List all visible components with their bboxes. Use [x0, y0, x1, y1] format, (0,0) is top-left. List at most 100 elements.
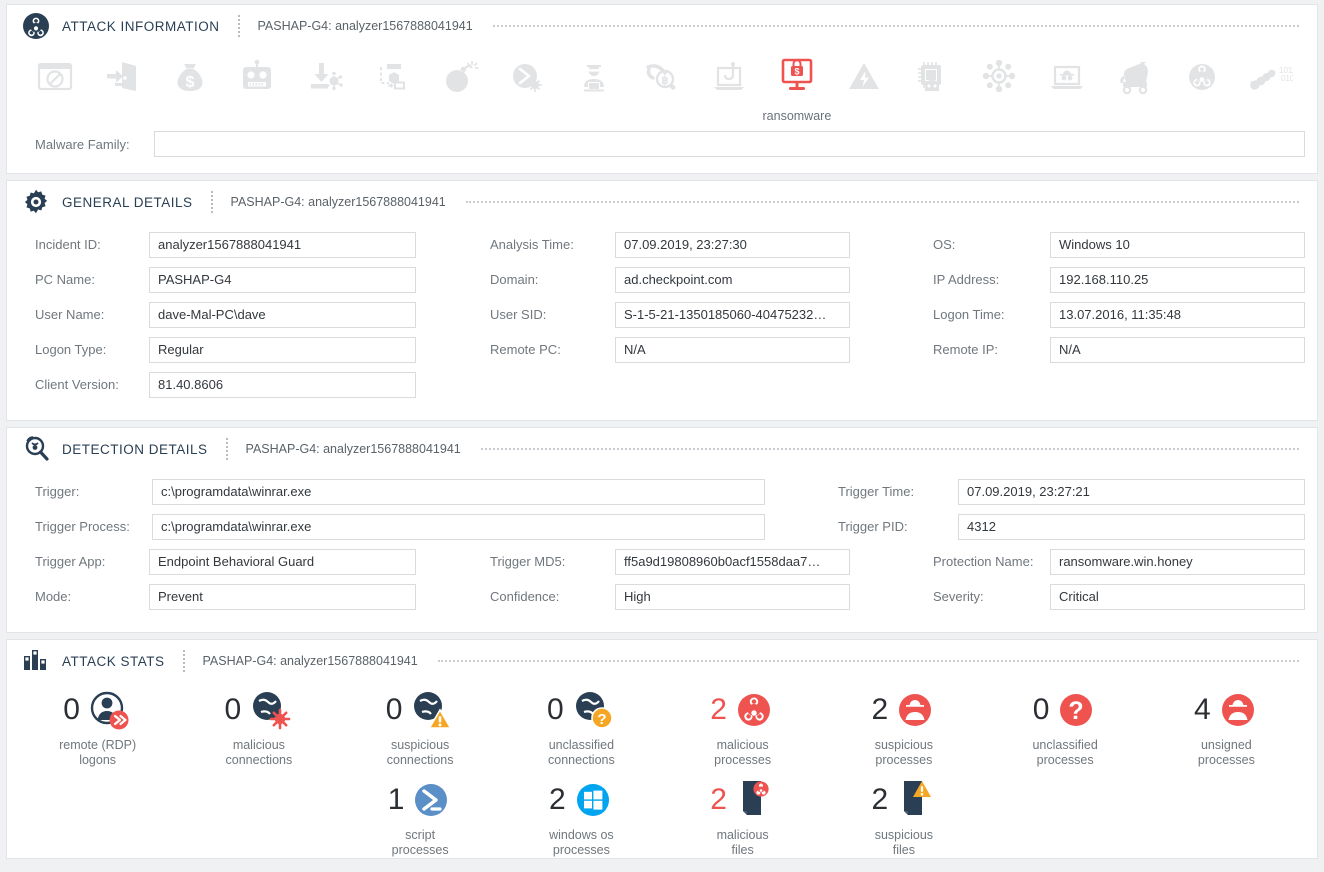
- stat-top: 2: [710, 774, 775, 826]
- attack-type-trojan-horse[interactable]: [1101, 51, 1168, 109]
- detection-details-bottom-grid: Trigger App: Endpoint Behavioral Guard M…: [7, 544, 1317, 632]
- field-label: Severity:: [933, 589, 984, 604]
- field-value[interactable]: PASHAP-G4: [149, 266, 416, 293]
- attack-type-drive-by-download[interactable]: [291, 51, 358, 109]
- stat-malicious-processes[interactable]: 2 malicious processes: [662, 684, 823, 768]
- field-value[interactable]: 4312: [958, 513, 1305, 540]
- field-value[interactable]: Critical: [1050, 583, 1305, 610]
- attack-type-exploit[interactable]: [831, 51, 898, 109]
- attack-type-rootkit[interactable]: [898, 51, 965, 109]
- stat-label: suspicious files: [874, 828, 934, 857]
- stat-count: 0: [385, 693, 403, 726]
- stat-count: 2: [871, 693, 889, 726]
- attack-type-crypto-mining[interactable]: ฿: [628, 51, 695, 109]
- attack-information-panel: ATTACK INFORMATION PASHAP-G4: analyzer15…: [6, 4, 1318, 174]
- stat-top: 0: [225, 684, 294, 736]
- rootkit-icon: [910, 51, 954, 103]
- header-dotted-rule: [465, 201, 1299, 203]
- attack-type-intrusion[interactable]: [88, 51, 155, 109]
- virus-icon: [1180, 51, 1224, 103]
- attack-type-data-exfiltration[interactable]: [358, 51, 425, 109]
- field-incident-id: Incident ID: analyzer1567888041941: [21, 227, 490, 262]
- field-value[interactable]: c:\programdata\winrar.exe: [152, 478, 765, 505]
- stat-suspicious-processes[interactable]: 2 suspicious processes: [823, 684, 984, 768]
- stat-count: 0: [224, 693, 242, 726]
- field-value[interactable]: S-1-5-21-1350185060-40475232…: [615, 301, 850, 328]
- attack-details-page: ATTACK INFORMATION PASHAP-G4: analyzer15…: [0, 4, 1324, 872]
- attack-type-bomb[interactable]: [426, 51, 493, 109]
- field-value[interactable]: Regular: [149, 336, 416, 363]
- bomb-icon: [438, 51, 482, 103]
- field-value[interactable]: dave-Mal-PC\dave: [149, 301, 416, 328]
- stat-count: 2: [549, 783, 566, 816]
- field-analysis-time: Analysis Time: 07.09.2019, 23:27:30: [490, 227, 933, 262]
- field-label: Trigger App:: [35, 554, 106, 569]
- attack-type-hacker[interactable]: [561, 51, 628, 109]
- stat-malicious-connections[interactable]: 0 malicious connections: [178, 684, 339, 768]
- field-value[interactable]: Prevent: [149, 583, 416, 610]
- attack-type-ransom-money[interactable]: $: [156, 51, 223, 109]
- malware-family-input[interactable]: [154, 131, 1305, 157]
- stat-top: 1: [388, 774, 453, 826]
- attack-type-spyware[interactable]: [1033, 51, 1100, 109]
- attack-stats-row-1: 0 remote (RDP) logons 0 malicious connec…: [7, 682, 1317, 768]
- field-value[interactable]: 81.40.8606: [149, 371, 416, 398]
- worm-icon: 10110 01001: [1245, 51, 1293, 103]
- stat-count: 1: [387, 783, 405, 816]
- field-label: Logon Type:: [35, 342, 107, 357]
- stat-count: 2: [710, 783, 727, 816]
- trojan-horse-icon: [1112, 51, 1156, 103]
- field-value[interactable]: ransomware.win.honey: [1050, 548, 1305, 575]
- attack-type-bot[interactable]: [223, 51, 290, 109]
- stat-script-processes[interactable]: 1 script processes: [340, 774, 501, 858]
- stat-remote-rdp-logons[interactable]: 0 remote (RDP) logons: [17, 684, 178, 768]
- stat-top: 2: [872, 684, 937, 736]
- attack-type-icon-strip: $ ฿ $ ransomware 101 010: [7, 47, 1317, 131]
- field-remote-ip: Remote IP: N/A: [933, 332, 1305, 367]
- biohazard-icon: [21, 11, 51, 41]
- attack-type-worm[interactable]: 10110 01001: [1235, 51, 1302, 109]
- general-details-subtitle: PASHAP-G4: analyzer1567888041941: [230, 195, 446, 209]
- field-value[interactable]: 13.07.2016, 11:35:48: [1050, 301, 1305, 328]
- stat-top: 0 ?: [547, 684, 616, 736]
- stat-malicious-files[interactable]: 2 malicious files: [662, 774, 823, 858]
- attack-type-blocked-website[interactable]: [21, 51, 88, 109]
- detection-bottom-column-1: Trigger App: Endpoint Behavioral Guard M…: [21, 544, 490, 614]
- stat-unclassified-processes[interactable]: 0 ? unclassified processes: [985, 684, 1146, 768]
- field-value[interactable]: N/A: [1050, 336, 1305, 363]
- header-dotted-rule: [437, 660, 1299, 662]
- attack-type-phishing[interactable]: [696, 51, 763, 109]
- field-value[interactable]: 07.09.2019, 23:27:21: [958, 478, 1305, 505]
- field-value[interactable]: 192.168.110.25: [1050, 266, 1305, 293]
- field-trigger: Trigger: c:\programdata\winrar.exe: [21, 474, 838, 509]
- attack-type-botnet[interactable]: [966, 51, 1033, 109]
- attack-type-script-attack[interactable]: [493, 51, 560, 109]
- stat-windows-os-processes[interactable]: 2 windows os processes: [501, 774, 662, 858]
- field-value[interactable]: 07.09.2019, 23:27:30: [615, 231, 850, 258]
- attack-type-virus[interactable]: [1168, 51, 1235, 109]
- field-logon-type: Logon Type: Regular: [21, 332, 490, 367]
- header-divider: [182, 650, 185, 672]
- field-value[interactable]: Endpoint Behavioral Guard: [149, 548, 416, 575]
- stat-unclassified-connections[interactable]: 0 ? unclassified connections: [501, 684, 662, 768]
- field-value[interactable]: ff5a9d19808960b0acf1558daa7…: [615, 548, 850, 575]
- stat-unsigned-processes[interactable]: 4 unsigned processes: [1146, 684, 1307, 768]
- field-label: Incident ID:: [35, 237, 101, 252]
- field-value[interactable]: analyzer1567888041941: [149, 231, 416, 258]
- ransomware-icon: $: [773, 51, 821, 103]
- attack-stats-title: ATTACK STATS: [62, 653, 165, 669]
- stat-suspicious-connections[interactable]: 0 suspicious connections: [340, 684, 501, 768]
- stat-suspicious-files[interactable]: 2 suspicious files: [823, 774, 984, 858]
- stat-label: suspicious processes: [874, 738, 934, 767]
- field-value[interactable]: Windows 10: [1050, 231, 1305, 258]
- attack-type-ransomware[interactable]: $ ransomware: [763, 51, 831, 123]
- field-value[interactable]: N/A: [615, 336, 850, 363]
- general-details-title: GENERAL DETAILS: [62, 194, 193, 210]
- field-os: OS: Windows 10: [933, 227, 1305, 262]
- field-label: Client Version:: [35, 377, 119, 392]
- field-trigger-md5: Trigger MD5: ff5a9d19808960b0acf1558daa7…: [490, 544, 933, 579]
- field-value[interactable]: ad.checkpoint.com: [615, 266, 850, 293]
- field-value[interactable]: High: [615, 583, 850, 610]
- detection-bottom-column-3: Protection Name: ransomware.win.honey Se…: [933, 544, 1305, 614]
- field-value[interactable]: c:\programdata\winrar.exe: [152, 513, 765, 540]
